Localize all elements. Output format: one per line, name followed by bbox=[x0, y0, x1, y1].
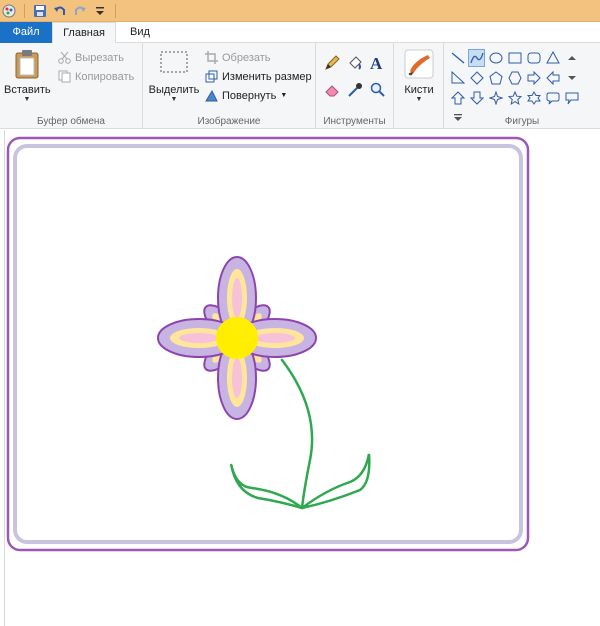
brushes-label: Кисти bbox=[404, 84, 434, 96]
copy-button[interactable]: Копировать bbox=[58, 70, 134, 83]
left-arrow-shape-icon[interactable] bbox=[544, 69, 561, 87]
clipboard-group-label: Буфер обмена bbox=[37, 116, 105, 127]
hexagon-shape-icon[interactable] bbox=[506, 69, 523, 87]
drawing-canvas[interactable] bbox=[0, 130, 600, 626]
tools-group-label: Инструменты bbox=[323, 116, 386, 127]
undo-icon[interactable] bbox=[53, 4, 67, 18]
triangle-shape-icon[interactable] bbox=[544, 49, 561, 67]
select-button[interactable]: Выделить ▼ bbox=[148, 49, 200, 104]
rectangular-callout-shape-icon[interactable] bbox=[563, 89, 580, 107]
clipboard-group: Вставить ▼ Вырезать Копировать Буфер обм… bbox=[0, 43, 143, 129]
brushes-button[interactable]: Кисти ▼ bbox=[398, 49, 440, 104]
paint-app-icon[interactable] bbox=[2, 4, 16, 18]
tools-group: A Инструменты bbox=[316, 43, 394, 129]
right-arrow-shape-icon[interactable] bbox=[525, 69, 542, 87]
rectangle-shape-icon[interactable] bbox=[506, 49, 523, 67]
rotate-dropdown-icon[interactable]: ▼ bbox=[280, 92, 287, 99]
color-picker-icon[interactable] bbox=[347, 82, 363, 101]
flower-center bbox=[216, 317, 258, 359]
flower bbox=[157, 256, 317, 420]
selection-rectangle-icon bbox=[160, 51, 188, 73]
clipboard-icon bbox=[15, 50, 39, 79]
six-point-star-shape-icon[interactable] bbox=[525, 89, 542, 107]
diamond-shape-icon[interactable] bbox=[468, 69, 485, 87]
up-arrow-shape-icon[interactable] bbox=[449, 89, 466, 107]
paste-dropdown-icon[interactable]: ▼ bbox=[4, 96, 50, 104]
tab-view[interactable]: Вид bbox=[116, 22, 164, 43]
copy-label: Копировать bbox=[75, 70, 135, 83]
oval-shape-icon[interactable] bbox=[487, 49, 504, 67]
rounded-rectangle-shape-icon[interactable] bbox=[525, 49, 542, 67]
customize-qat-icon[interactable] bbox=[93, 4, 107, 18]
scroll-down-icon[interactable] bbox=[563, 69, 580, 87]
fill-bucket-icon[interactable] bbox=[347, 55, 363, 74]
right-triangle-shape-icon[interactable] bbox=[449, 69, 466, 87]
tab-file[interactable]: Файл bbox=[0, 22, 52, 43]
scroll-up-icon[interactable] bbox=[563, 49, 580, 67]
magnifier-icon[interactable] bbox=[370, 82, 386, 101]
curve-shape-icon[interactable] bbox=[468, 49, 485, 67]
shapes-group-label: Фигуры bbox=[504, 116, 540, 127]
rotate-icon bbox=[205, 89, 218, 102]
crop-button[interactable]: Обрезать bbox=[205, 51, 271, 64]
cut-button[interactable]: Вырезать bbox=[58, 51, 124, 64]
brush-icon bbox=[404, 49, 434, 79]
ribbon: Вставить ▼ Вырезать Копировать Буфер обм… bbox=[0, 43, 600, 129]
ribbon-tabs: Файл Главная Вид bbox=[0, 22, 600, 44]
four-point-star-shape-icon[interactable] bbox=[487, 89, 504, 107]
rotate-label: Повернуть bbox=[222, 89, 277, 102]
eraser-icon[interactable] bbox=[324, 82, 340, 101]
five-point-star-shape-icon[interactable] bbox=[506, 89, 523, 107]
cut-label: Вырезать bbox=[75, 51, 124, 64]
down-arrow-shape-icon[interactable] bbox=[468, 89, 485, 107]
select-dropdown-icon[interactable]: ▼ bbox=[148, 96, 200, 104]
scissors-icon bbox=[58, 51, 71, 64]
save-icon[interactable] bbox=[33, 4, 47, 18]
crop-icon bbox=[205, 51, 218, 64]
pencil-icon[interactable] bbox=[324, 55, 340, 74]
crop-label: Обрезать bbox=[222, 51, 271, 64]
copy-icon bbox=[58, 70, 71, 83]
resize-button[interactable]: Изменить размер bbox=[205, 70, 312, 83]
tab-home[interactable]: Главная bbox=[52, 22, 116, 44]
rounded-callout-shape-icon[interactable] bbox=[544, 89, 561, 107]
image-group: Выделить ▼ Обрезать Изменить размер Пове… bbox=[143, 43, 316, 129]
resize-icon bbox=[205, 70, 218, 83]
brushes-group: Кисти ▼ bbox=[394, 43, 444, 129]
quick-access-toolbar bbox=[0, 0, 600, 22]
redo-icon[interactable] bbox=[73, 4, 87, 18]
resize-label: Изменить размер bbox=[222, 70, 312, 83]
text-tool-icon[interactable]: A bbox=[370, 54, 382, 74]
separator bbox=[24, 3, 25, 18]
separator bbox=[115, 3, 116, 18]
pentagon-shape-icon[interactable] bbox=[487, 69, 504, 87]
select-label: Выделить bbox=[148, 84, 200, 96]
shapes-group: Фигуры bbox=[444, 43, 600, 129]
image-group-label: Изображение bbox=[197, 116, 261, 127]
paste-label: Вставить bbox=[4, 84, 51, 96]
paste-button[interactable]: Вставить ▼ bbox=[4, 49, 51, 104]
rotate-button[interactable]: Повернуть ▼ bbox=[205, 89, 287, 102]
line-shape-icon[interactable] bbox=[449, 49, 466, 67]
brushes-dropdown-icon[interactable]: ▼ bbox=[398, 96, 440, 104]
